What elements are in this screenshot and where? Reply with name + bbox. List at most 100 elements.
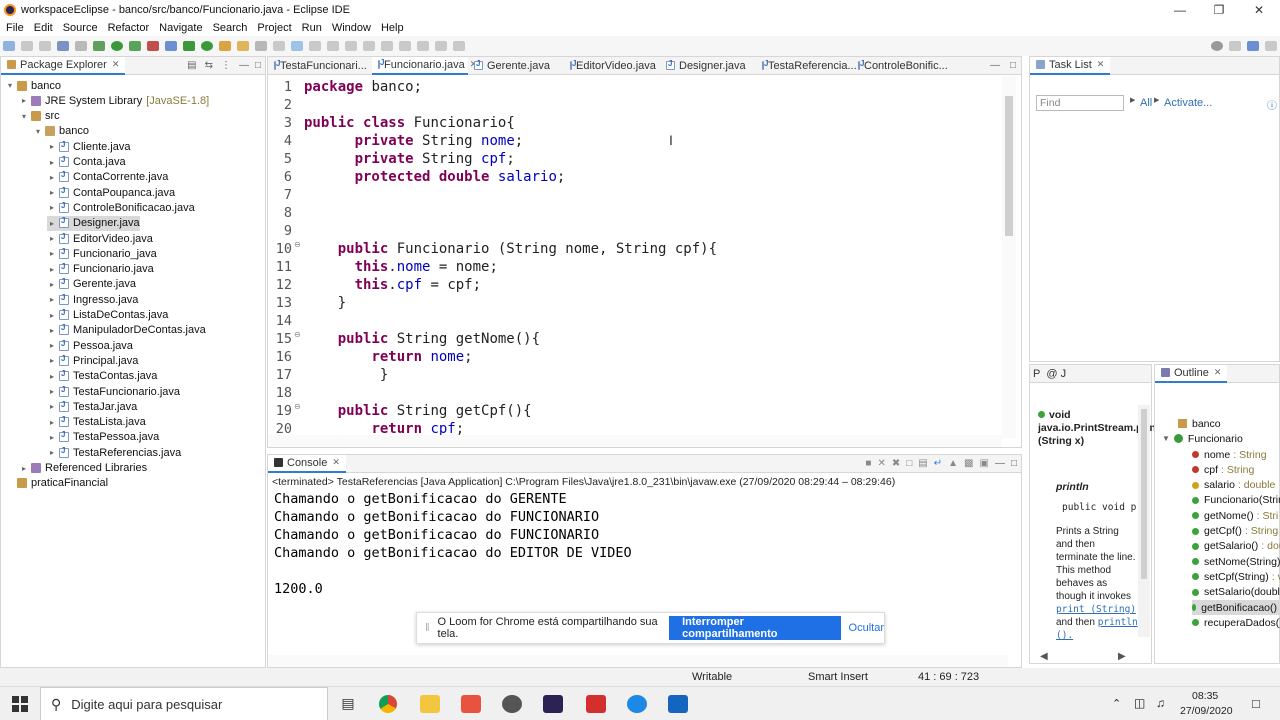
toggle-mark-occurrences-icon[interactable] bbox=[273, 41, 285, 51]
run-icon[interactable] bbox=[111, 41, 123, 51]
last-edit-icon[interactable] bbox=[399, 41, 411, 51]
outline-member[interactable]: salario : double bbox=[1192, 478, 1275, 493]
open-task-icon[interactable] bbox=[237, 41, 249, 51]
tree-file[interactable]: ▸ TestaLista.java bbox=[47, 415, 146, 430]
open-console-icon[interactable]: ▣ bbox=[980, 458, 989, 469]
eclipse-taskbar-icon[interactable] bbox=[543, 695, 563, 713]
tree-referenced-libraries[interactable]: ▸ Referenced Libraries bbox=[19, 461, 147, 476]
maximize-view-icon[interactable]: □ bbox=[1011, 458, 1017, 469]
scroll-lock-icon[interactable]: ▤ bbox=[918, 458, 927, 469]
collapse-arrow-icon[interactable]: ▸ bbox=[47, 249, 57, 258]
expand-arrow-icon[interactable]: ▼ bbox=[1162, 434, 1170, 443]
tree-file[interactable]: ▸ Funcionario.java bbox=[47, 262, 154, 277]
editor-horizontal-scrollbar[interactable] bbox=[268, 435, 1002, 447]
expand-arrow-icon[interactable]: ▾ bbox=[5, 81, 15, 90]
javadoc-back-icon[interactable]: ◀ bbox=[1040, 651, 1048, 662]
new-icon[interactable] bbox=[3, 41, 15, 51]
tab-package-explorer[interactable]: Package Explorer ✕ bbox=[1, 56, 126, 75]
minimize-button[interactable]: — bbox=[1160, 0, 1200, 20]
task-view-icon[interactable]: ▤ bbox=[338, 695, 358, 713]
collapse-all-icon[interactable]: ▤ bbox=[187, 60, 196, 71]
collapse-arrow-icon[interactable]: ▸ bbox=[47, 402, 57, 411]
tree-file[interactable]: ▸ EditorVideo.java bbox=[47, 231, 153, 246]
tab-javadoc[interactable]: @ J bbox=[1043, 365, 1069, 383]
task-find-input[interactable]: Find bbox=[1036, 95, 1124, 111]
close-icon[interactable]: ✕ bbox=[332, 457, 340, 468]
tree-package-banco[interactable]: ▾ banco bbox=[33, 124, 89, 139]
tree-file[interactable]: ▸ ManipuladorDeContas.java bbox=[47, 323, 206, 338]
minimize-view-icon[interactable]: — bbox=[995, 458, 1005, 469]
task-activate-link[interactable]: Activate... bbox=[1164, 97, 1212, 109]
outline-member[interactable]: Funcionario(Strin bbox=[1192, 493, 1280, 508]
new-package-icon[interactable] bbox=[183, 41, 195, 51]
tree-file[interactable]: ▸ ControleBonificacao.java bbox=[47, 200, 195, 215]
save-icon[interactable] bbox=[21, 41, 33, 51]
coverage-icon[interactable] bbox=[129, 41, 141, 51]
tree-file[interactable]: ▸ TestaContas.java bbox=[47, 369, 157, 384]
tree-project-pratica[interactable]: praticaFinancial bbox=[5, 476, 108, 491]
tree-jre-library[interactable]: ▸ JRE System Library [JavaSE-1.8] bbox=[19, 93, 209, 108]
terminal-icon[interactable] bbox=[57, 41, 69, 51]
tab-console[interactable]: Console ✕ bbox=[268, 454, 346, 473]
link-editor-icon[interactable]: ⇆ bbox=[205, 60, 213, 71]
outline-package[interactable]: banco bbox=[1178, 416, 1221, 431]
collapse-arrow-icon[interactable]: ▸ bbox=[19, 464, 29, 473]
javadoc-scrollbar[interactable] bbox=[1138, 405, 1150, 637]
view-menu-icon[interactable]: ⋮ bbox=[221, 60, 231, 71]
skip-breakpoints-icon[interactable] bbox=[75, 41, 87, 51]
prev-annotation-icon[interactable] bbox=[381, 41, 393, 51]
tab-editor-file[interactable]: EditorVideo.java bbox=[564, 57, 660, 75]
pin-console-icon[interactable]: ▲ bbox=[948, 458, 958, 469]
display-console-icon[interactable]: ▩ bbox=[964, 458, 973, 469]
outline-member[interactable]: getCpf() : String bbox=[1192, 524, 1278, 539]
expand-arrow-icon[interactable]: ▾ bbox=[33, 127, 43, 136]
outline-member[interactable]: getNome() : Stri bbox=[1192, 508, 1278, 523]
collapse-arrow-icon[interactable]: ▸ bbox=[47, 448, 57, 457]
tab-editor-file[interactable]: TestaReferencia... bbox=[756, 57, 857, 75]
remove-launch-icon[interactable]: ✕ bbox=[877, 458, 885, 469]
tree-file[interactable]: ▸ Gerente.java bbox=[47, 277, 136, 292]
fold-icon[interactable]: ⊖ bbox=[294, 402, 301, 411]
tree-file[interactable]: ▸ ListaDeContas.java bbox=[47, 308, 168, 323]
open-type-icon[interactable] bbox=[219, 41, 231, 51]
outline-member[interactable]: getBonificacao() bbox=[1192, 600, 1280, 615]
collapse-arrow-icon[interactable]: ▸ bbox=[19, 96, 29, 105]
menu-source[interactable]: Source bbox=[63, 22, 98, 34]
show-whitespace-icon[interactable] bbox=[345, 41, 357, 51]
menu-file[interactable]: File bbox=[6, 22, 24, 34]
forward-icon[interactable] bbox=[435, 41, 447, 51]
collapse-arrow-icon[interactable]: ▸ bbox=[47, 280, 57, 289]
tree-file[interactable]: ▸ Ingresso.java bbox=[47, 292, 138, 307]
outline-member[interactable]: setCpf(String) : v bbox=[1192, 569, 1280, 584]
calculator-icon[interactable] bbox=[668, 695, 688, 713]
file-explorer-icon[interactable] bbox=[420, 695, 440, 713]
collapse-arrow-icon[interactable]: ▸ bbox=[47, 188, 57, 197]
minimize-view-icon[interactable]: — bbox=[239, 60, 249, 71]
maximize-view-icon[interactable]: □ bbox=[255, 60, 261, 71]
tab-editor-file[interactable]: Designer.java bbox=[660, 57, 756, 75]
tree-file[interactable]: ▸ Principal.java bbox=[47, 353, 138, 368]
menu-search[interactable]: Search bbox=[213, 22, 248, 34]
tray-arrow-icon[interactable]: ⌃ bbox=[1112, 697, 1121, 710]
collapse-arrow-icon[interactable]: ▸ bbox=[47, 356, 57, 365]
back-icon[interactable] bbox=[417, 41, 429, 51]
find-dropdown-icon[interactable]: ▶ bbox=[1130, 96, 1135, 104]
new-java-project-icon[interactable] bbox=[165, 41, 177, 51]
tree-file[interactable]: ▸ Funcionario_java bbox=[47, 246, 157, 261]
menu-help[interactable]: Help bbox=[381, 22, 404, 34]
tree-file[interactable]: ▸ Conta.java bbox=[47, 155, 126, 170]
word-wrap-icon[interactable]: ↵ bbox=[934, 458, 942, 469]
block-selection-icon[interactable] bbox=[327, 41, 339, 51]
collapse-arrow-icon[interactable]: ▸ bbox=[47, 433, 57, 442]
menu-navigate[interactable]: Navigate bbox=[159, 22, 202, 34]
menu-project[interactable]: Project bbox=[257, 22, 291, 34]
collapse-arrow-icon[interactable]: ▸ bbox=[47, 142, 57, 151]
tab-outline[interactable]: Outline ✕ bbox=[1155, 365, 1228, 383]
tree-project-banco[interactable]: ▾ banco bbox=[5, 78, 61, 93]
collapse-arrow-icon[interactable]: ▸ bbox=[47, 295, 57, 304]
code-editor[interactable]: package banco; public class Funcionario{ … bbox=[304, 76, 1004, 436]
collapse-arrow-icon[interactable]: ▸ bbox=[47, 173, 57, 182]
close-icon[interactable]: ✕ bbox=[1097, 59, 1105, 70]
tree-file[interactable]: ▸ TestaPessoa.java bbox=[47, 430, 159, 445]
tree-src-folder[interactable]: ▾ src bbox=[19, 109, 60, 124]
